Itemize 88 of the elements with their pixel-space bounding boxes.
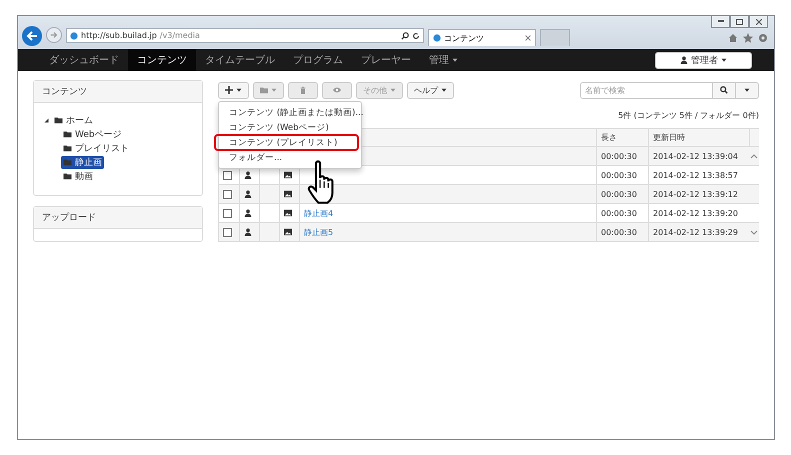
table-cell: 00:00:30 (601, 228, 637, 236)
trash-icon (299, 86, 307, 94)
image-icon (284, 228, 292, 236)
menu-item[interactable]: フォルダー... (219, 150, 361, 165)
nav-item[interactable]: プログラム (284, 49, 352, 71)
close-icon (756, 18, 762, 24)
table-cell: 2014-02-12 13:39:20 (653, 208, 738, 218)
caret-icon (236, 87, 242, 93)
user-icon (680, 56, 688, 64)
menu-item[interactable]: コンテンツ (プレイリスト) (219, 135, 361, 150)
tree-item[interactable]: 動画 (61, 170, 95, 182)
minimize-icon (718, 20, 724, 23)
forward-button[interactable] (46, 27, 62, 43)
table-cell: 00:00:30 (601, 170, 637, 180)
browser-tab[interactable]: コンテンツ (428, 29, 536, 46)
caret-icon (271, 87, 277, 93)
nav-item[interactable]: 管理 (420, 49, 467, 71)
table-cell: 00:00:30 (601, 190, 637, 198)
caret-icon (452, 57, 458, 63)
search-button[interactable] (713, 82, 736, 98)
column-header: 更新日時 (653, 132, 685, 143)
row-checkbox[interactable] (223, 228, 232, 236)
home-icon (728, 33, 738, 43)
caret-icon (744, 87, 750, 93)
search-field[interactable]: 名前で検索 (580, 82, 713, 98)
plus-icon (225, 86, 233, 94)
maximize-icon (736, 18, 743, 24)
panel-title: コンテンツ (34, 81, 202, 103)
caret-icon (441, 87, 447, 93)
row-checkbox[interactable] (223, 190, 232, 198)
user-icon (244, 228, 252, 236)
arrow-right-icon (50, 31, 58, 39)
table-cell: 2014-02-12 13:39:12 (653, 190, 738, 198)
column-header: 長さ (601, 132, 617, 143)
add-button[interactable] (218, 82, 249, 98)
search-icon (720, 86, 728, 94)
back-button[interactable] (22, 26, 42, 46)
minimize-button[interactable] (711, 15, 730, 28)
refresh-icon (412, 32, 420, 40)
toolbar-button[interactable]: ヘルプ (407, 82, 454, 98)
globe-icon (70, 32, 78, 40)
user-icon (244, 190, 252, 198)
url-host: http://sub.builad.jp (81, 31, 157, 40)
table-cell: 2014-02-12 13:38:57 (653, 170, 738, 180)
row-checkbox[interactable] (223, 170, 232, 180)
file-link[interactable]: 静止画5 (304, 226, 334, 238)
image-icon (284, 190, 292, 198)
menu-item[interactable]: コンテンツ (静止画または動画)... (219, 105, 361, 120)
tree-item[interactable]: Webページ (61, 128, 124, 140)
nav-item[interactable]: タイムテーブル (196, 49, 284, 71)
star-icon (743, 33, 753, 43)
menu-item[interactable]: コンテンツ (Webページ) (219, 120, 361, 135)
eye-icon (333, 86, 341, 94)
caret-icon (390, 87, 396, 93)
nav-item[interactable]: コンテンツ (128, 49, 196, 71)
globe-icon (433, 34, 441, 42)
tree-item[interactable]: ホーム (52, 114, 95, 126)
table-cell: 2014-02-12 13:39:29 (653, 228, 738, 236)
folder-icon (260, 86, 268, 94)
nav-item[interactable]: プレーヤー (352, 49, 420, 71)
row-checkbox[interactable] (223, 208, 232, 218)
expanded-triangle-icon[interactable] (44, 118, 49, 122)
table-cell: 00:00:30 (601, 208, 637, 218)
url-path: /v3/media (160, 31, 200, 40)
scroll-up-icon[interactable] (750, 154, 758, 158)
close-button[interactable] (749, 15, 768, 28)
arrow-left-icon (26, 30, 38, 42)
user-icon (244, 209, 252, 217)
panel-title: アップロード (34, 207, 202, 229)
table-cell: 2014-02-12 13:39:04 (653, 152, 738, 160)
caret-icon (721, 57, 727, 63)
user-icon (244, 171, 252, 179)
address-bar[interactable]: http://sub.builad.jp /v3/media (66, 28, 424, 43)
nav-item[interactable]: ダッシュボード (40, 49, 128, 71)
tree-item[interactable]: 静止画 (61, 156, 104, 168)
image-icon (284, 209, 292, 217)
search-icon (401, 32, 409, 40)
close-icon[interactable] (525, 34, 531, 42)
tab-title: コンテンツ (444, 32, 484, 44)
maximize-button[interactable] (730, 15, 749, 28)
image-icon (284, 171, 292, 179)
file-link[interactable]: 静止画4 (304, 208, 334, 218)
settings-icon (758, 33, 768, 43)
tree-item[interactable]: プレイリスト (61, 142, 131, 154)
item-count: 5件 (コンテンツ 5件 / フォルダー 0件) (618, 110, 759, 120)
user-menu-button[interactable]: 管理者 (655, 52, 752, 68)
table-cell: 00:00:30 (601, 152, 637, 160)
scroll-down-icon[interactable] (750, 230, 758, 234)
